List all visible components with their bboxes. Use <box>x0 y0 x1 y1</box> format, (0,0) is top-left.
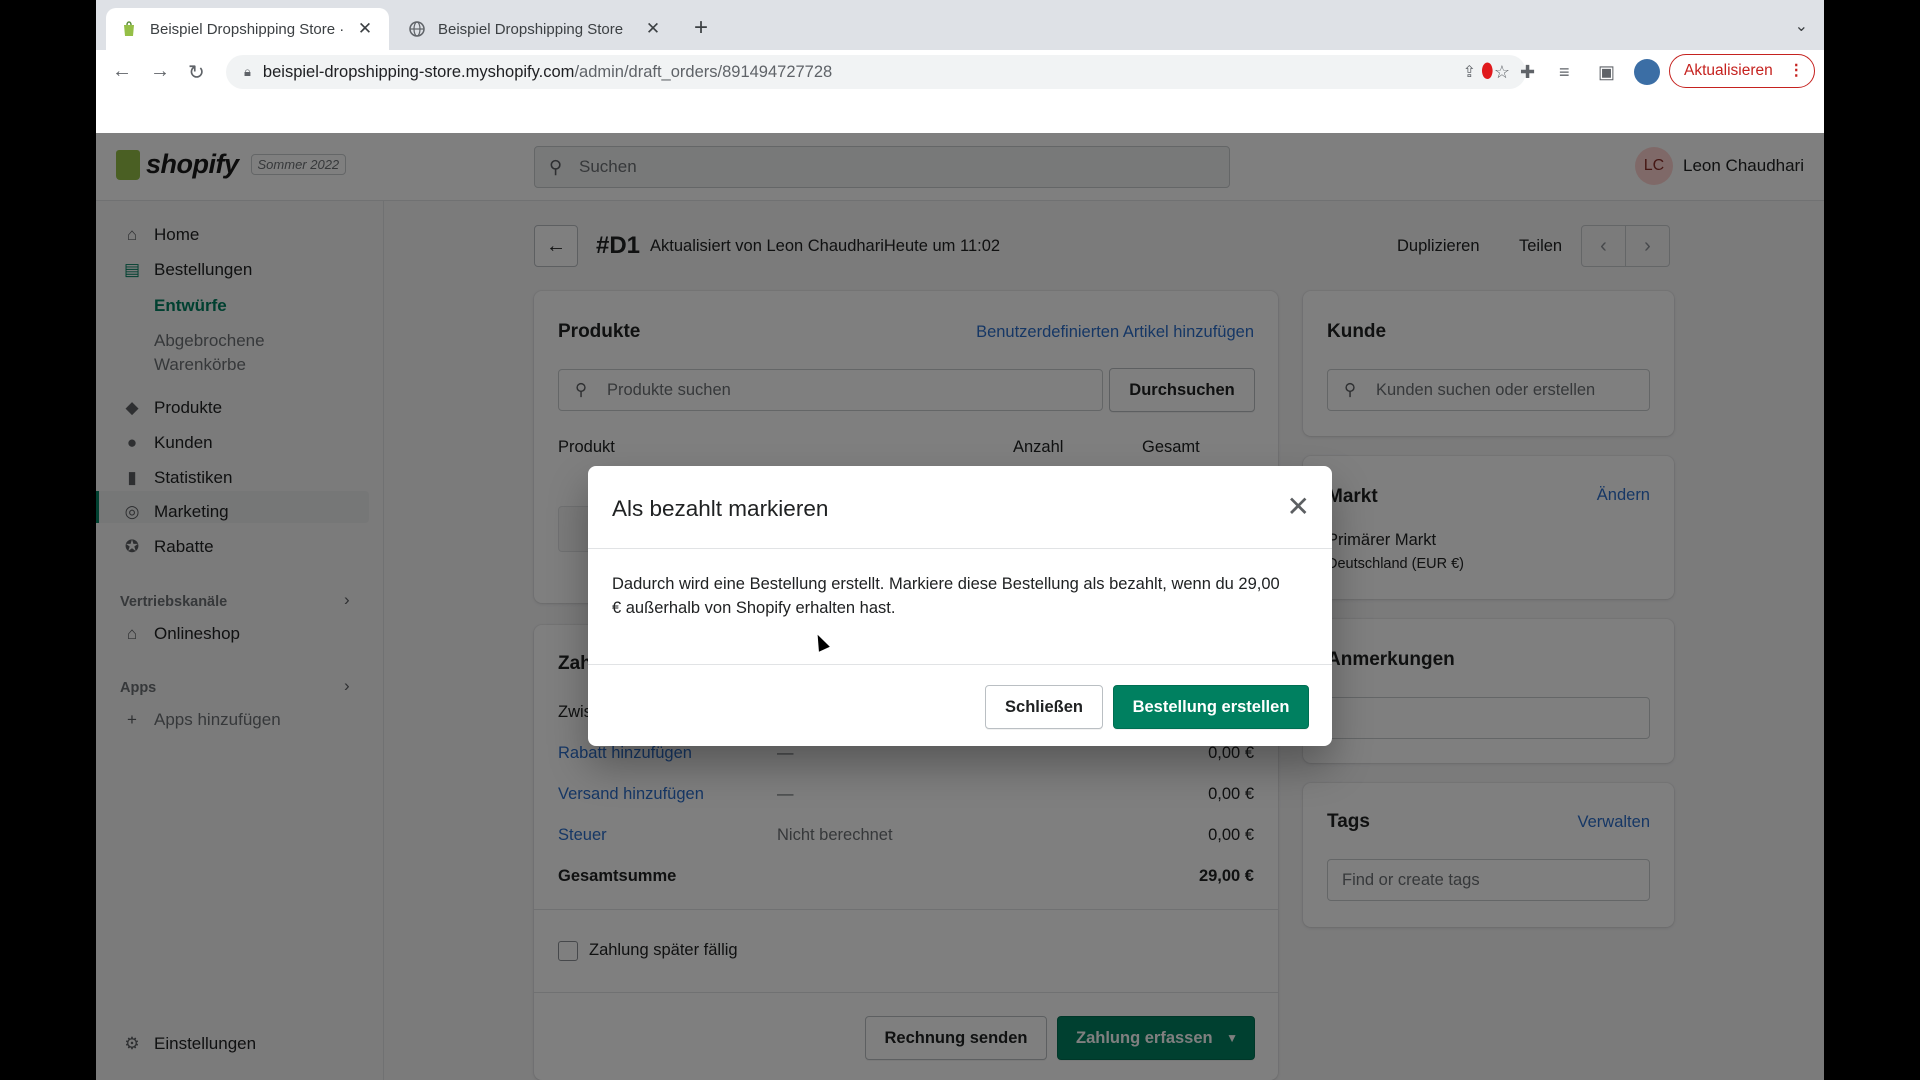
shopify-favicon-icon <box>124 21 134 36</box>
browser-gap <box>96 94 1824 133</box>
mark-as-paid-modal: Als bezahlt markieren ✕ Dadurch wird ein… <box>588 466 1332 746</box>
extensions-puzzle-icon[interactable]: ✚ <box>1520 62 1535 83</box>
browser-toolbar: ← → ↻ 🔒︎ beispiel-dropshipping-store.mys… <box>96 50 1824 94</box>
kebab-menu-icon: ⋮ <box>1788 62 1805 79</box>
modal-close-button[interactable]: Schließen <box>985 685 1103 729</box>
lock-icon: 🔒︎ <box>244 64 251 79</box>
modal-body-text: Dadurch wird eine Bestellung erstellt. M… <box>612 575 1280 617</box>
tab-title: Beispiel Dropshipping Store · E <box>150 20 347 38</box>
forward-arrow-icon[interactable]: → <box>150 60 170 83</box>
address-bar[interactable]: 🔒︎ beispiel-dropshipping-store.myshopify… <box>226 55 1526 89</box>
globe-icon <box>409 21 425 37</box>
tab-search-chevron-icon[interactable]: ⌄ <box>1795 16 1808 36</box>
profile-avatar[interactable] <box>1634 59 1660 85</box>
url-host: beispiel-dropshipping-store.myshopify.co… <box>262 62 575 81</box>
new-tab-button[interactable]: + <box>694 14 708 42</box>
media-queue-icon[interactable]: ≡ <box>1559 62 1570 83</box>
screen: Beispiel Dropshipping Store · E ✕ Beispi… <box>96 0 1824 1080</box>
close-icon[interactable]: ✕ <box>1287 490 1310 523</box>
tab-close-icon[interactable]: ✕ <box>355 19 375 39</box>
tab-close-icon[interactable]: ✕ <box>643 19 663 39</box>
create-order-button[interactable]: Bestellung erstellen <box>1113 685 1309 729</box>
browser-update-button[interactable]: Aktualisieren ⋮ <box>1669 54 1815 88</box>
modal-header: Als bezahlt markieren ✕ <box>588 466 1332 549</box>
side-panel-icon[interactable]: ▣ <box>1598 62 1615 83</box>
reload-icon[interactable]: ↻ <box>188 60 205 85</box>
share-icon[interactable]: ⇪ <box>1463 62 1476 82</box>
modal-title: Als bezahlt markieren <box>612 496 829 521</box>
browser-tabbar: Beispiel Dropshipping Store · E ✕ Beispi… <box>96 0 1824 50</box>
browser-tab-active[interactable]: Beispiel Dropshipping Store · E ✕ <box>106 8 389 50</box>
back-arrow-icon[interactable]: ← <box>112 60 132 83</box>
modal-footer: Schließen Bestellung erstellen <box>588 664 1332 746</box>
tab-title: Beispiel Dropshipping Store <box>438 20 624 38</box>
update-label: Aktualisieren <box>1684 62 1773 79</box>
browser-tab[interactable]: Beispiel Dropshipping Store ✕ <box>394 8 677 50</box>
url-path: /admin/draft_orders/891494727728 <box>574 62 833 81</box>
opera-extension-icon[interactable]: ⬮ <box>1481 60 1494 83</box>
star-icon[interactable]: ☆ <box>1494 62 1510 83</box>
